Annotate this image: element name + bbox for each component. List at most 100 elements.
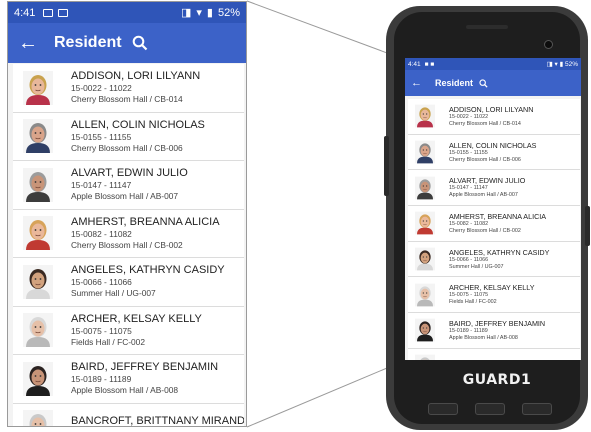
resident-location: Apple Blossom Hall / AB-007 (71, 191, 179, 202)
resident-name: ANGELES, KATHRYN CASIDY (71, 264, 225, 277)
device-resident-row[interactable]: AMHERST, BREANNA ALICIA 15-0082 - 11082 Ch… (408, 206, 580, 242)
device-resident-name: ALLEN, COLIN NICHOLAS (449, 140, 537, 150)
device-resident-location: Fields Hall / FC-002 (449, 299, 497, 306)
device-resident-photo (415, 104, 435, 128)
resident-row[interactable]: AMHERST, BREANNA ALICIA 15-0082 - 11082 Ch… (13, 210, 244, 258)
device-resident-name: ALVART, EDWIN JULIO (449, 176, 526, 186)
resident-info: AMHERST, BREANNA ALICIA 15-0082 - 11082 Ch… (71, 216, 220, 251)
device-resident-info: BAIRD, JEFFREY BENJAMIN 15-0189 - 11189 Ap… (449, 319, 545, 342)
device-resident-photo (415, 176, 435, 200)
app-bar: ← Resident (8, 23, 246, 63)
side-button-right (585, 206, 590, 246)
device-resident-list: ADDISON, LORI LILYANN 15-0022 - 11022 Cher… (408, 99, 580, 360)
battery-icon: ▮ (206, 7, 213, 19)
resident-info: BANCROFT, BRITTNANY MIRANDA15-0056 - 110… (71, 415, 244, 427)
resident-id: 15-0147 - 11147 (71, 180, 132, 191)
resident-name: BANCROFT, BRITTNANY MIRANDA (71, 415, 244, 427)
resident-photo (23, 264, 53, 299)
resident-location: Cherry Blossom Hall / CB-002 (71, 239, 183, 250)
device-resident-id: 15-0066 - 11066 (449, 256, 489, 263)
device-battery-level: 52% (564, 61, 578, 68)
resident-name: BAIRD, JEFFREY BENJAMIN (71, 361, 219, 374)
device-resident-name: ANGELES, KATHRYN CASIDY (449, 247, 550, 257)
device-resident-photo (415, 283, 435, 307)
device-resident-row[interactable]: ADDISON, LORI LILYANN 15-0022 - 11022 Cher… (408, 99, 580, 135)
resident-id: 15-0075 - 11075 (71, 325, 132, 336)
device-back-arrow-icon[interactable]: ← (411, 77, 427, 89)
device-resident-info: ARCHER, KELSAY KELLY 15-0075 - 11075 Field… (449, 283, 535, 306)
device-resident-info: ALVART, EDWIN JULIO 15-0147 - 11147 Apple … (449, 176, 525, 199)
resident-row[interactable]: ALLEN, COLIN NICHOLAS 15-0155 - 11155 Cher… (13, 113, 244, 161)
device-resident-id: 15-0082 - 11082 (449, 220, 489, 227)
resident-row[interactable]: ADDISON, LORI LILYANN 15-0022 - 11022 Cher… (13, 64, 244, 113)
page-title: Resident (54, 34, 122, 51)
resident-row[interactable]: ANGELES, KATHRYN CASIDY 15-0066 - 11066 Su… (13, 258, 244, 307)
device-resident-row[interactable]: ARCHER, KELSAY KELLY 15-0075 - 11075 Field… (408, 277, 580, 314)
resident-row[interactable]: ARCHER, KELSAY KELLY 15-0075 - 11075 Field… (13, 307, 244, 355)
resident-id: 15-0082 - 11082 (71, 228, 132, 239)
device-resident-row[interactable]: BAIRD, JEFFREY BENJAMIN 15-0189 - 11189 Ap… (408, 313, 580, 349)
resident-location: Summer Hall / UG-007 (71, 288, 156, 299)
device-screen: 4:41 ■ ■ ◨ ▾ ▮ 52% ← Resident ADDISON, L… (405, 58, 581, 360)
device-resident-location: Cherry Blossom Hall / CB-002 (449, 227, 521, 234)
home-button[interactable] (474, 403, 505, 415)
device-resident-info: AMHERST, BREANNA ALICIA 15-0082 - 11082 Ch… (449, 212, 546, 235)
earpiece-speaker (466, 25, 508, 29)
device-resident-location: Summer Hall / UG-007 (449, 263, 504, 270)
device-resident-id: 15-0189 - 11189 (449, 327, 488, 334)
device-resident-location: Apple Blossom Hall / AB-008 (449, 334, 518, 341)
resident-row[interactable]: BAIRD, JEFFREY BENJAMIN 15-0189 - 11189 Ap… (13, 355, 244, 404)
resident-location: Fields Hall / FC-002 (71, 336, 146, 347)
device-notification-icon: ■ ■ (424, 60, 435, 68)
device-resident-id: 15-0022 - 11022 (449, 113, 489, 120)
device-resident-row[interactable]: BANCROFT, BRITTNANY MIRANDA15-0056 - 110… (408, 349, 580, 360)
device-resident-photo (415, 247, 435, 271)
device-resident-photo (415, 318, 435, 342)
back-arrow-icon[interactable]: ← (18, 33, 46, 53)
device-resident-row[interactable]: ALVART, EDWIN JULIO 15-0147 - 11147 Apple … (408, 170, 580, 207)
resident-name: AMHERST, BREANNA ALICIA (71, 215, 220, 228)
device-app-bar: ← Resident (405, 70, 581, 96)
resident-location: Apple Blossom Hall / AB-008 (71, 385, 179, 396)
device-resident-id: 15-0155 - 11155 (449, 149, 488, 156)
device-resident-photo (415, 354, 435, 360)
device-search-icon[interactable] (479, 78, 488, 88)
front-camera (544, 40, 553, 49)
resident-id: 15-0022 - 11022 (71, 83, 132, 94)
device-resident-name: AMHERST, BREANNA ALICIA (449, 211, 547, 221)
resident-id: 15-0155 - 11155 (71, 131, 132, 142)
device-resident-info: ANGELES, KATHRYN CASIDY 15-0066 - 11066 Su… (449, 248, 549, 271)
status-time: 4:41 (14, 6, 36, 19)
device-resident-location: Apple Blossom Hall / AB-007 (449, 192, 518, 199)
search-icon[interactable] (132, 35, 148, 51)
resident-name: ALLEN, COLIN NICHOLAS (71, 118, 205, 131)
resident-photo (23, 361, 53, 396)
resident-info: ALVART, EDWIN JULIO 15-0147 - 11147 Apple … (71, 167, 188, 202)
resident-row[interactable]: ALVART, EDWIN JULIO 15-0147 - 11147 Apple … (13, 161, 244, 210)
device-resident-row[interactable]: ANGELES, KATHRYN CASIDY 15-0066 - 11066 Su… (408, 242, 580, 278)
resident-photo (23, 410, 53, 426)
device-resident-info: ADDISON, LORI LILYANN 15-0022 - 11022 Cher… (449, 105, 533, 128)
resident-info: ALLEN, COLIN NICHOLAS 15-0155 - 11155 Cher… (71, 119, 205, 154)
device-resident-name: BAIRD, JEFFREY BENJAMIN (449, 318, 546, 328)
resident-row[interactable]: BANCROFT, BRITTNANY MIRANDA15-0056 - 110… (13, 404, 244, 427)
device-resident-photo (415, 211, 435, 235)
device-page-title: Resident (435, 78, 474, 88)
device-resident-name: ARCHER, KELSAY KELLY (449, 283, 535, 293)
resident-info: ADDISON, LORI LILYANN 15-0022 - 11022 Cher… (71, 70, 200, 105)
resident-id: 15-0066 - 11066 (71, 277, 132, 288)
resident-photo (23, 216, 53, 251)
device-resident-row[interactable]: ALLEN, COLIN NICHOLAS 15-0155 - 11155 Cher… (408, 135, 580, 171)
resident-list: ADDISON, LORI LILYANN 15-0022 - 11022 Cher… (13, 64, 244, 426)
device-nav-buttons (420, 398, 560, 420)
device-status-bar: 4:41 ■ ■ ◨ ▾ ▮ 52% (405, 58, 581, 70)
recent-apps-button[interactable] (428, 403, 459, 415)
resident-photo (23, 119, 53, 154)
back-button[interactable] (521, 403, 552, 415)
zoomed-screen: 4:41 ◨ ▾ ▮ 52% ← Resident ADDISON, LORI … (7, 1, 247, 427)
device-resident-id: 15-0147 - 11147 (449, 185, 488, 192)
notification-icon (43, 8, 54, 17)
device-status-time: 4:41 (408, 60, 421, 68)
brand-logo: GUARD1 (462, 372, 532, 388)
resident-id: 15-0189 - 11189 (71, 374, 132, 385)
